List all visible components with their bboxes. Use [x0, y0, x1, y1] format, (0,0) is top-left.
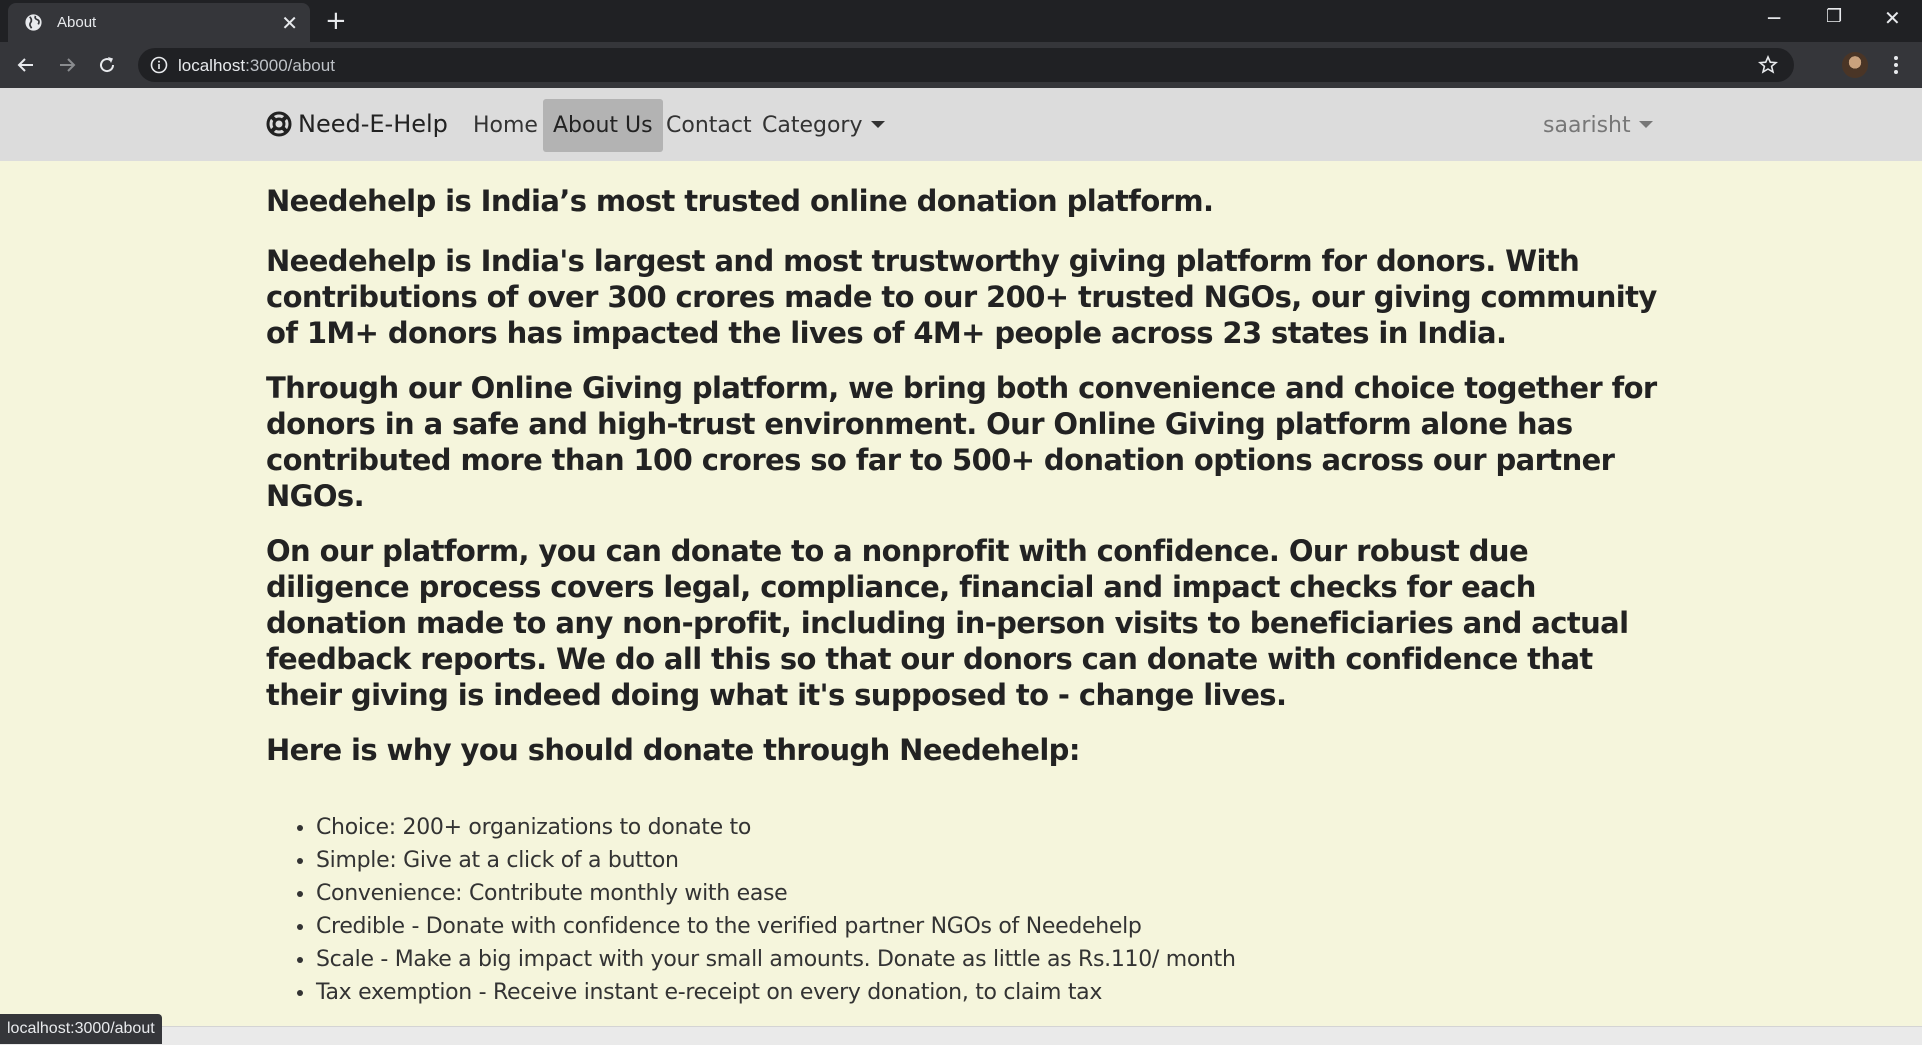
minimize-icon[interactable]: ─ — [1768, 6, 1780, 30]
list-item: Credible - Donate with confidence to the… — [316, 910, 1666, 943]
url-path: :3000/about — [245, 56, 335, 75]
brand-link[interactable]: Need-E-Help — [266, 110, 448, 138]
list-item: Simple: Give at a click of a button — [316, 844, 1666, 877]
list-item: Tax exemption - Receive instant e-receip… — [316, 976, 1666, 1009]
profile-avatar[interactable] — [1842, 52, 1868, 78]
browser-tab[interactable]: About ✕ — [8, 3, 310, 42]
forward-icon[interactable] — [53, 51, 81, 79]
list-item: Choice: 200+ organizations to donate to — [316, 811, 1666, 844]
nav-category-dropdown[interactable]: Category — [752, 99, 895, 152]
reload-icon[interactable] — [93, 51, 121, 79]
close-tab-icon[interactable]: ✕ — [281, 13, 298, 33]
page-heading: Needehelp is India’s most trusted online… — [266, 184, 1214, 218]
brand-name: Need-E-Help — [298, 110, 448, 138]
new-tab-button[interactable]: + — [325, 8, 347, 34]
nav-about-us[interactable]: About Us — [543, 99, 663, 152]
globe-icon — [24, 13, 43, 32]
url-host: localhost — [178, 56, 246, 75]
chevron-down-icon — [1638, 121, 1653, 128]
restore-icon[interactable]: ❐ — [1826, 6, 1842, 27]
username: saarisht — [1543, 113, 1631, 138]
browser-toolbar: localhost:3000/about — [0, 42, 1922, 88]
close-window-icon[interactable]: ✕ — [1884, 6, 1901, 30]
user-menu-dropdown[interactable]: saarisht — [1543, 99, 1653, 152]
bookmark-star-icon[interactable] — [1757, 55, 1779, 75]
list-item: Scale - Make a big impact with your smal… — [316, 943, 1666, 976]
url-text: localhost:3000/about — [178, 56, 335, 76]
list-item: Convenience: Contribute monthly with eas… — [316, 877, 1666, 910]
lifebuoy-icon — [266, 111, 292, 137]
about-paragraph: Needehelp is India's largest and most tr… — [266, 244, 1657, 350]
horizontal-scrollbar[interactable] — [0, 1026, 1922, 1045]
nav-home[interactable]: Home — [463, 99, 548, 152]
why-donate-heading: Here is why you should donate through Ne… — [266, 733, 1080, 767]
nav-category-label: Category — [762, 113, 863, 138]
about-paragraph: On our platform, you can donate to a non… — [266, 534, 1629, 712]
status-bar-url: localhost:3000/about — [0, 1014, 162, 1044]
site-info-icon[interactable] — [150, 56, 168, 74]
benefits-list: Choice: 200+ organizations to donate to … — [266, 811, 1666, 1009]
site-navbar: Need-E-Help Home About Us Contact Catego… — [0, 88, 1922, 161]
browser-tab-strip: About ✕ + ─ ❐ ✕ — [0, 0, 1922, 42]
browser-menu-icon[interactable] — [1888, 52, 1904, 78]
chevron-down-icon — [870, 121, 885, 128]
nav-contact[interactable]: Contact — [656, 99, 762, 152]
about-content: Needehelp is India’s most trusted online… — [266, 183, 1666, 1009]
tab-title: About — [57, 14, 97, 31]
address-bar[interactable]: localhost:3000/about — [138, 48, 1794, 82]
back-icon[interactable] — [12, 51, 40, 79]
about-paragraph: Through our Online Giving platform, we b… — [266, 371, 1657, 513]
